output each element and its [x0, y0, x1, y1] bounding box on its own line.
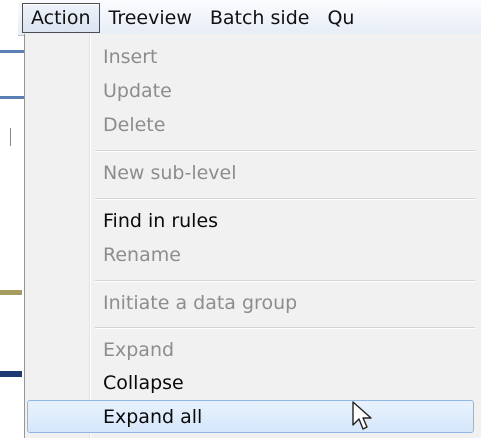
menu-item-update[interactable]: Update	[27, 75, 474, 108]
action-dropdown-menu: Insert Update Delete New sub-level Find …	[24, 34, 481, 438]
menu-item-label: Update	[103, 80, 172, 102]
menu-item-find-in-rules[interactable]: Find in rules	[27, 205, 474, 238]
menu-bar: Action Treeview Batch side Qu	[18, 0, 481, 36]
menu-action[interactable]: Action	[22, 2, 100, 33]
menu-separator	[95, 327, 475, 329]
menu-item-label: Insert	[103, 46, 158, 68]
menu-item-label: Rename	[103, 244, 181, 266]
menu-item-label: Expand	[103, 339, 175, 361]
menu-item-collapse[interactable]: Collapse	[27, 367, 474, 400]
menu-batch-side[interactable]: Batch side	[201, 4, 319, 32]
mouse-pointer-icon	[352, 401, 372, 430]
menu-item-label: Collapse	[103, 372, 184, 394]
menu-item-label: Initiate a data group	[103, 292, 298, 314]
menu-item-label: Find in rules	[103, 210, 219, 232]
menu-item-new-sub-level[interactable]: New sub-level	[27, 157, 474, 190]
background-toolbar-line	[0, 96, 26, 99]
background-panel-edge	[0, 128, 11, 146]
menu-item-insert[interactable]: Insert	[27, 41, 474, 74]
background-accent-bar	[0, 371, 22, 377]
menu-item-label: Delete	[103, 114, 166, 136]
menu-item-delete[interactable]: Delete	[27, 109, 474, 142]
menu-treeview[interactable]: Treeview	[100, 4, 201, 32]
menu-separator	[95, 150, 475, 152]
menu-item-initiate-data-group[interactable]: Initiate a data group	[27, 287, 474, 320]
screenshot-root: Action Treeview Batch side Qu Insert Upd…	[0, 0, 481, 438]
menu-item-label: New sub-level	[103, 162, 237, 184]
menu-item-rename[interactable]: Rename	[27, 239, 474, 272]
menu-query[interactable]: Qu	[318, 4, 363, 32]
menu-item-expand[interactable]: Expand	[27, 334, 474, 367]
background-toolbar-line	[0, 50, 26, 53]
menu-separator	[95, 280, 475, 282]
menu-separator	[95, 198, 475, 200]
menu-item-expand-all[interactable]: Expand all	[27, 400, 474, 433]
menu-item-label: Expand all	[103, 406, 203, 428]
background-accent-bar	[0, 290, 22, 295]
